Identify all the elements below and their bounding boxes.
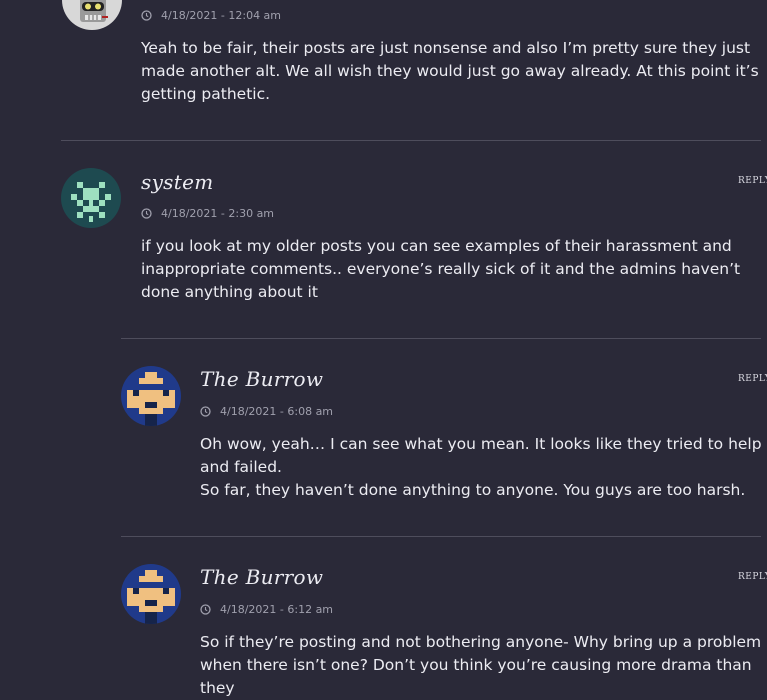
comment-author[interactable]: The Burrow xyxy=(200,367,323,391)
invader-avatar xyxy=(61,168,121,228)
robot-avatar xyxy=(62,0,122,30)
clock-icon xyxy=(141,10,152,21)
pixel-face-avatar xyxy=(121,366,181,426)
comment-body: if you look at my older posts you can se… xyxy=(141,237,741,301)
reply-button[interactable]: REPLY xyxy=(738,374,767,384)
pixel-face-icon xyxy=(121,564,181,624)
comment-timestamp: 4/18/2021 - 6:12 am xyxy=(200,603,333,616)
clock-icon xyxy=(141,208,152,219)
comment-author[interactable]: system xyxy=(141,170,213,194)
divider xyxy=(61,140,761,141)
divider xyxy=(121,536,761,537)
comment-body: So if they’re posting and not bothering … xyxy=(200,633,762,697)
clock-icon xyxy=(200,604,211,615)
clock-icon xyxy=(200,406,211,417)
pixel-face-avatar xyxy=(121,564,181,624)
space-invader-icon xyxy=(61,168,121,228)
comment-author[interactable]: The Burrow xyxy=(200,565,323,589)
comment-body: Yeah to be fair, their posts are just no… xyxy=(141,39,759,103)
comment-timestamp: 4/18/2021 - 12:04 am xyxy=(141,9,281,22)
comment-timestamp: 4/18/2021 - 6:08 am xyxy=(200,405,333,418)
robot-icon xyxy=(62,0,122,30)
comment-timestamp: 4/18/2021 - 2:30 am xyxy=(141,207,274,220)
reply-button[interactable]: REPLY xyxy=(738,572,767,582)
reply-button[interactable]: REPLY xyxy=(738,176,767,186)
pixel-face-icon xyxy=(121,366,181,426)
comment-body: Oh wow, yeah… I can see what you mean. I… xyxy=(200,435,762,499)
divider xyxy=(121,338,761,339)
